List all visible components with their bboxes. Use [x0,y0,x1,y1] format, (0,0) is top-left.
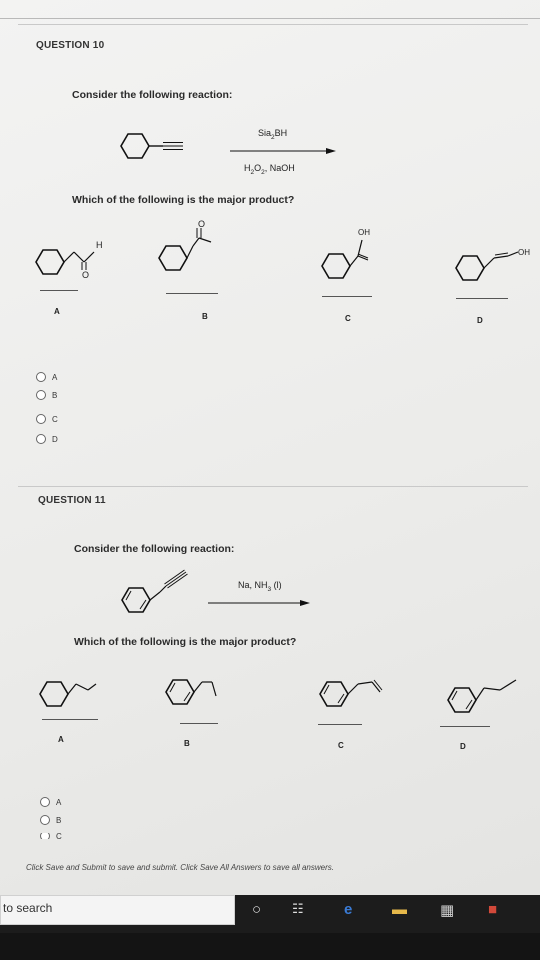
q10-option-d[interactable]: D [36,434,58,444]
q10-c-oh-atom: OH [358,228,370,237]
q10-d-oh-atom: OH [518,248,530,257]
question-11-stem: Consider the following reaction: [74,543,235,555]
cortana-icon[interactable]: ○ [252,901,261,918]
q11-choice-b-structure [165,679,217,705]
answer-line [180,723,218,724]
option-label: B [52,390,58,400]
radio-button[interactable] [36,372,46,382]
office-app-icon[interactable]: ■ [488,901,497,918]
q10-label-c: C [345,314,351,323]
quiz-page: QUESTION 10 Consider the following react… [0,0,540,895]
q10-option-b[interactable]: B [36,390,57,400]
q11-label-b: B [184,739,190,748]
q11-choice-a-structure [39,681,97,707]
taskbar-search-input[interactable]: to search [0,895,235,925]
answer-line [166,293,218,294]
file-explorer-icon[interactable]: ▬ [392,901,407,918]
option-label: C [52,414,58,424]
radio-button[interactable] [36,414,46,424]
reaction-arrow [230,148,336,154]
radio-button[interactable] [36,434,46,444]
q11-choice-d-structure [447,679,517,713]
q11-option-b[interactable]: B [40,815,61,825]
q10-a-h-atom: H [96,240,103,250]
q10-option-a[interactable]: A [36,372,57,382]
question-10-stem: Consider the following reaction: [72,89,233,101]
answer-line [456,298,508,299]
q11-reactant-structure [121,569,188,613]
answer-line [40,290,78,291]
taskbar: to search ○ ☷ e ▬ ▦ ■ [0,895,540,933]
radio-button[interactable] [36,390,46,400]
q11-option-c[interactable]: C [40,833,62,839]
edge-browser-icon[interactable]: e [344,901,352,918]
q10-option-c[interactable]: C [36,414,58,424]
q11-label-d: D [460,742,466,751]
q10-reactant-structure [120,133,183,159]
task-view-icon[interactable]: ☷ [292,901,304,917]
q10-reagent-top: Sia2BH [258,128,288,141]
q10-reagent-bottom: H2O2, NaOH [244,163,295,176]
divider [0,18,540,19]
q11-label-a: A [58,735,64,744]
option-label: D [52,434,58,444]
q11-choice-c-structure [319,679,383,707]
store-icon[interactable]: ▦ [440,901,454,919]
q10-a-o-atom: O [82,270,90,280]
answer-line [318,724,362,725]
answer-line [42,719,98,720]
q10-b-o-atom: O [198,219,206,229]
option-label: A [52,372,58,382]
reaction-arrow [208,600,310,606]
option-label: A [56,797,62,807]
question-11-prompt: Which of the following is the major prod… [74,636,297,648]
radio-button[interactable] [40,815,50,825]
question-10-prompt: Which of the following is the major prod… [72,194,295,206]
option-label: B [56,815,62,825]
q10-label-b: B [202,312,208,321]
q10-choice-c-structure [321,239,369,279]
answer-line [322,296,372,297]
q11-label-c: C [338,741,344,750]
question-10-title: QUESTION 10 [36,40,105,51]
option-label: C [56,833,62,839]
radio-button[interactable] [40,833,50,839]
submit-instructions: Click Save and Submit to save and submit… [26,863,334,872]
q10-label-a: A [54,307,60,316]
q11-option-a[interactable]: A [40,797,61,807]
answer-line [440,726,490,727]
q10-choice-b-structure [158,228,212,271]
radio-button[interactable] [40,797,50,807]
question-11-title: QUESTION 11 [38,495,106,506]
q10-label-d: D [477,316,483,325]
q11-reagent: Na, NH3 (l) [238,580,282,593]
